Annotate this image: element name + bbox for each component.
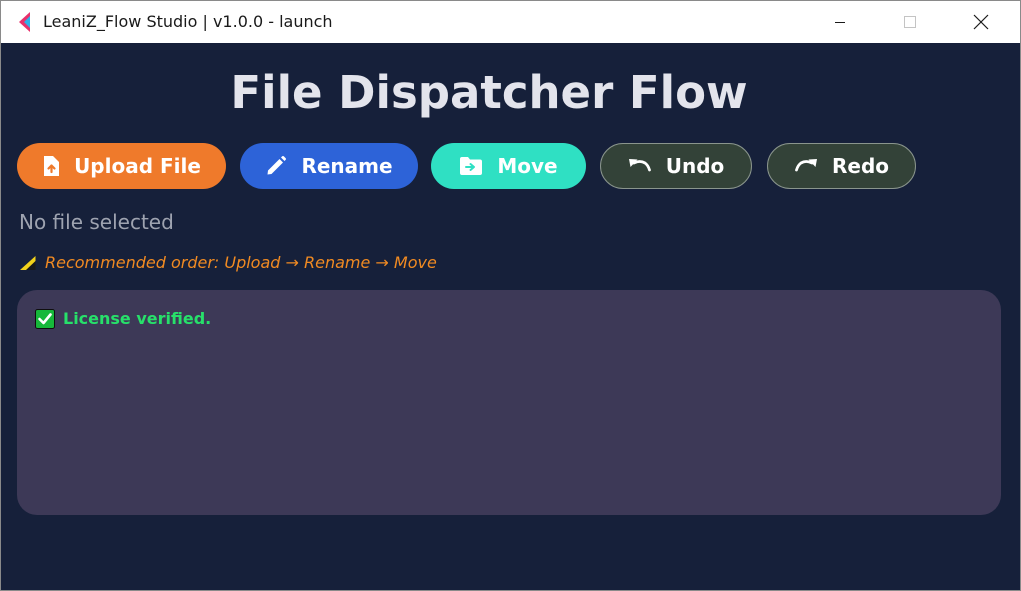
- rename-label: Rename: [301, 154, 393, 178]
- close-button[interactable]: [958, 1, 1004, 43]
- rename-button[interactable]: Rename: [240, 143, 418, 189]
- maximize-icon: [904, 16, 916, 28]
- file-upload-icon: [44, 156, 60, 176]
- folder-move-icon: [460, 157, 483, 175]
- redo-icon: [795, 159, 817, 172]
- order-hint: Recommended order: Upload → Rename → Mov…: [19, 252, 437, 274]
- window-title: LeaniZ_Flow Studio | v1.0.0 - launch: [43, 12, 333, 31]
- title-bar[interactable]: LeaniZ_Flow Studio | v1.0.0 - launch: [1, 1, 1020, 43]
- log-entry-text: License verified.: [63, 309, 212, 328]
- upload-file-button[interactable]: Upload File: [17, 143, 226, 189]
- warning-icon: [20, 256, 36, 270]
- maximize-button[interactable]: [887, 1, 933, 43]
- log-entry: License verified.: [35, 309, 211, 329]
- checkbox-checked-icon: [35, 309, 55, 329]
- app-logo-icon: [19, 12, 30, 32]
- file-status-text: No file selected: [19, 210, 174, 234]
- undo-button[interactable]: Undo: [600, 143, 752, 189]
- order-hint-text: Recommended order: Upload → Rename → Mov…: [45, 253, 437, 272]
- minimize-button[interactable]: [817, 1, 863, 43]
- upload-file-label: Upload File: [74, 154, 201, 178]
- app-content: File Dispatcher Flow Upload File Rename …: [1, 43, 1020, 590]
- minimize-icon: [835, 22, 845, 23]
- move-label: Move: [497, 154, 558, 178]
- close-icon: [973, 14, 989, 30]
- redo-label: Redo: [831, 154, 890, 178]
- undo-icon: [628, 159, 651, 172]
- redo-button[interactable]: Redo: [767, 143, 916, 189]
- log-panel[interactable]: License verified.: [17, 290, 1001, 515]
- app-window: LeaniZ_Flow Studio | v1.0.0 - launch Fil…: [0, 0, 1021, 591]
- page-title: File Dispatcher Flow: [230, 66, 748, 119]
- pencil-icon: [267, 155, 287, 175]
- move-button[interactable]: Move: [431, 143, 586, 189]
- undo-label: Undo: [665, 154, 725, 178]
